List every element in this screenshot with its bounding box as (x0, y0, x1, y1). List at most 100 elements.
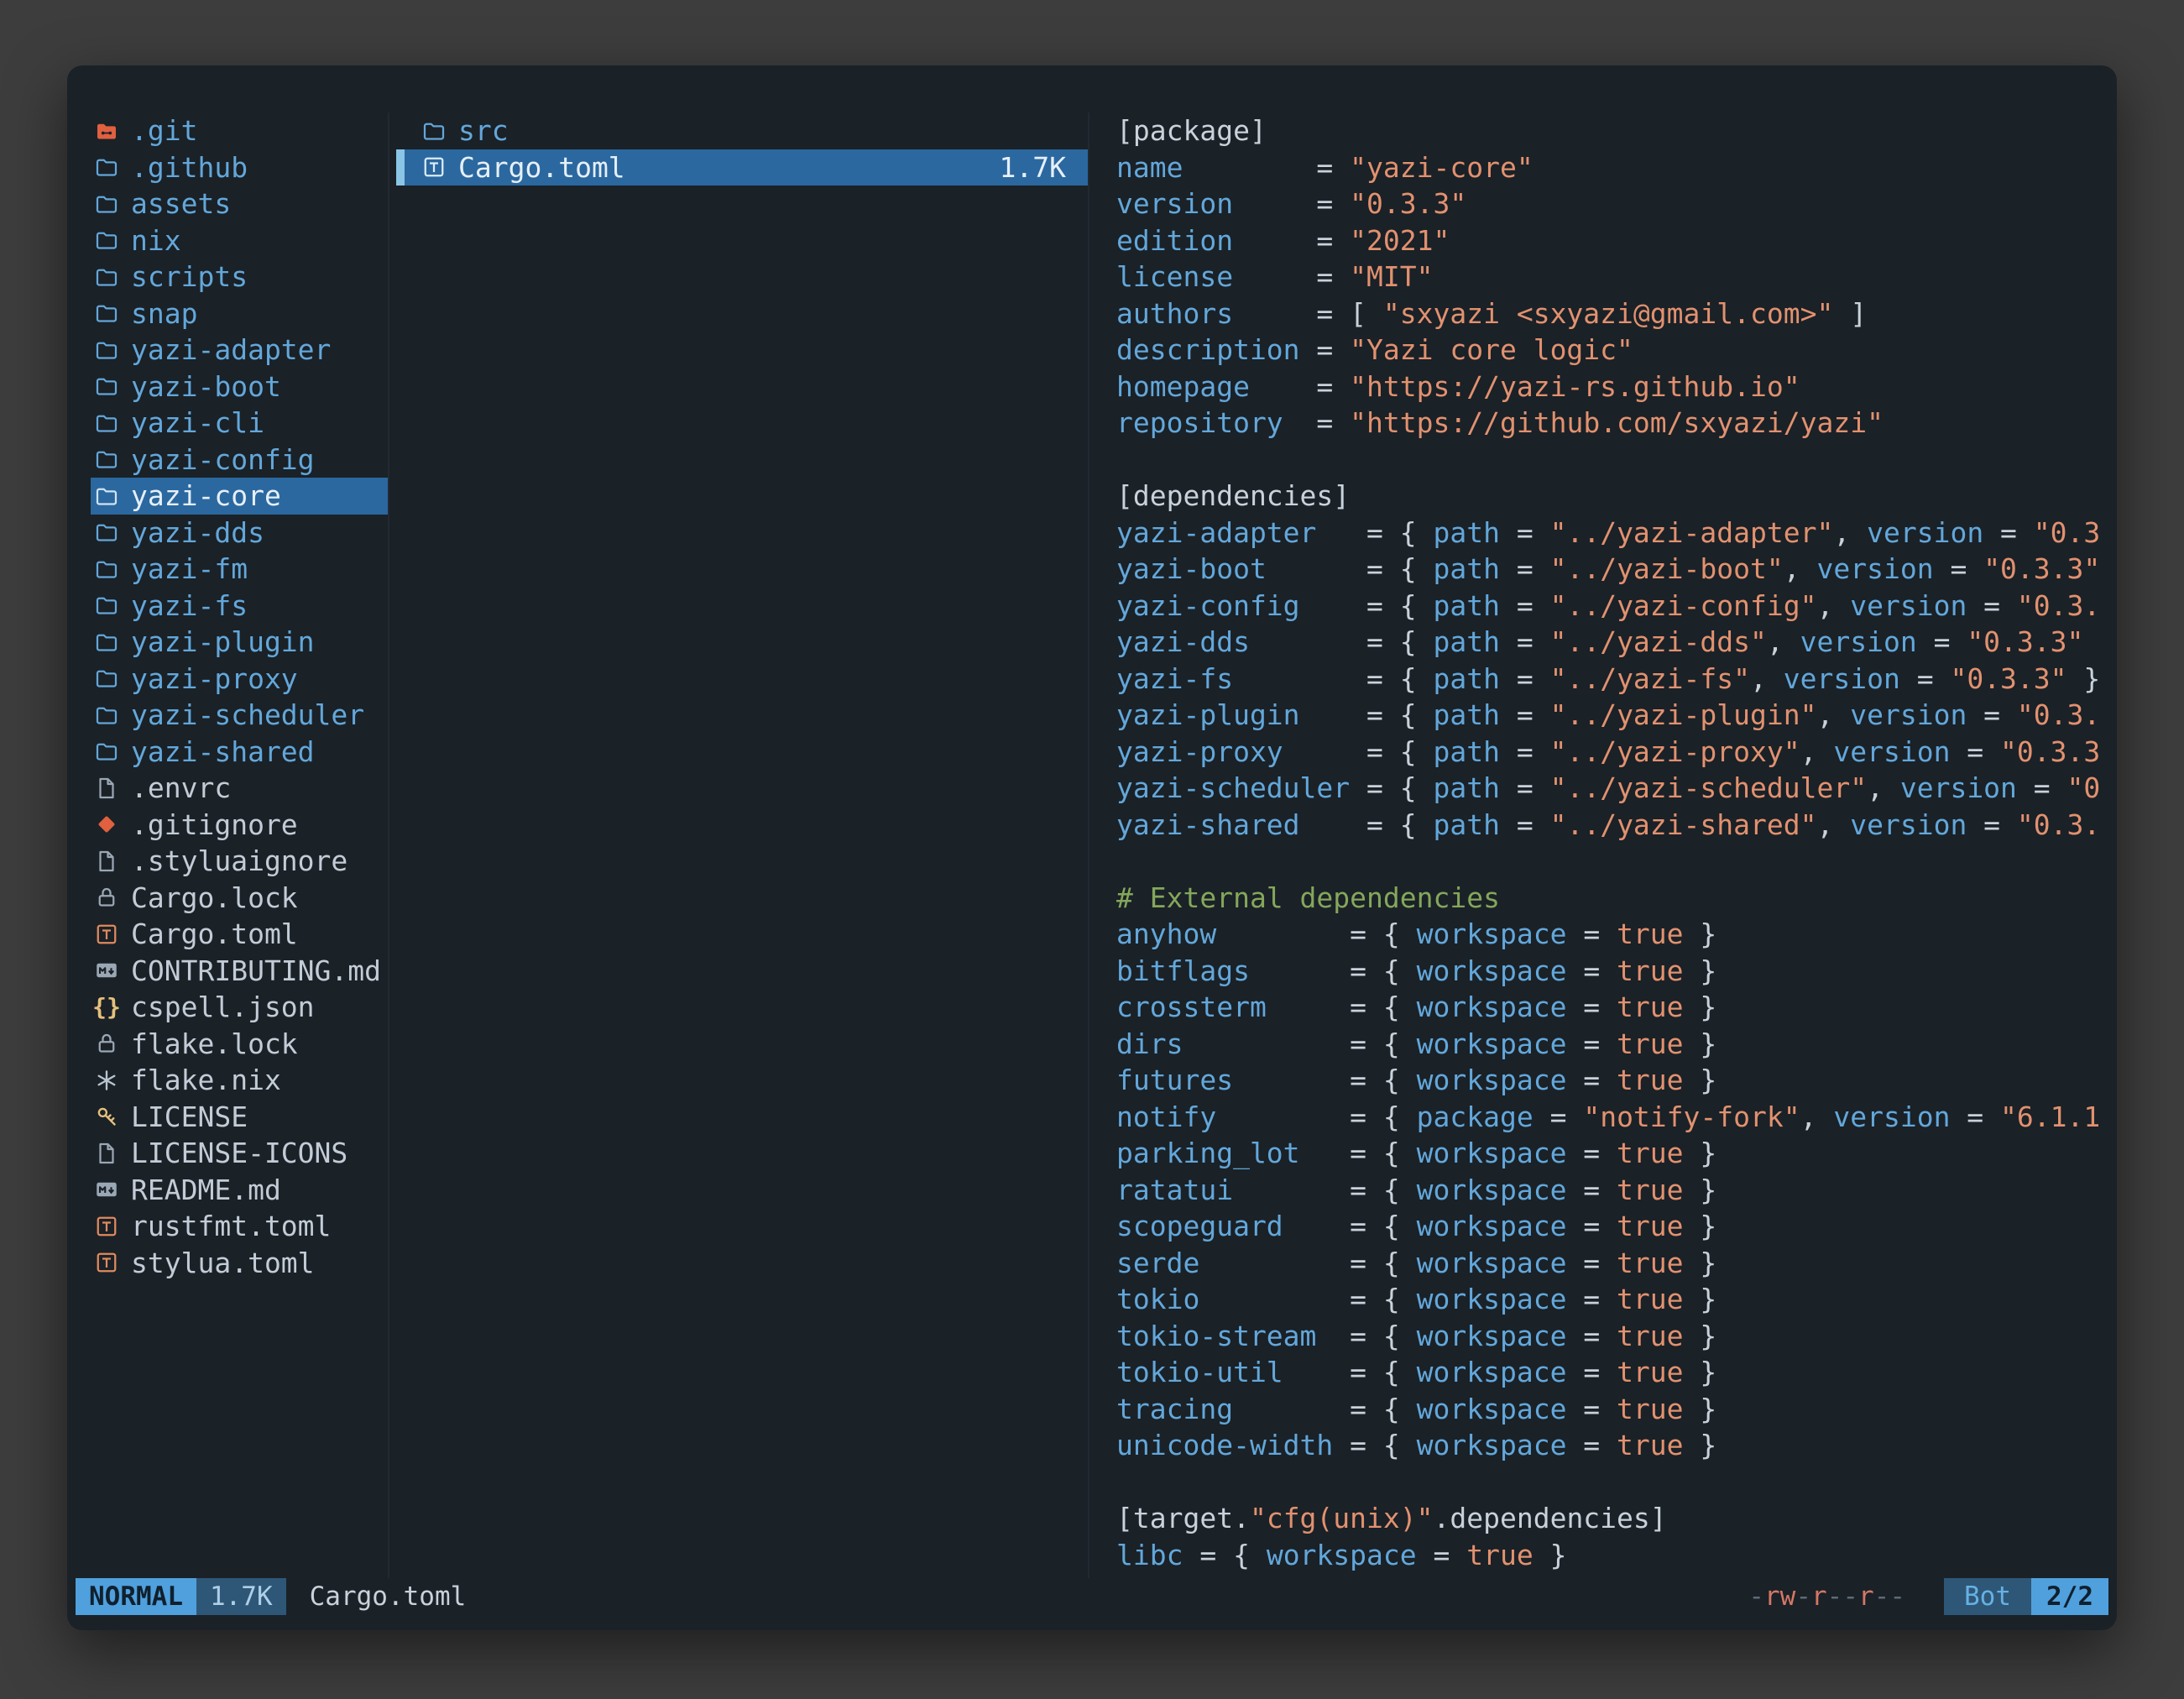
file-row[interactable]: {} cspell.json (91, 989, 388, 1026)
file-name: CONTRIBUTING.md (131, 954, 381, 987)
syntax-token: # External dependencies (1116, 881, 1500, 914)
file-row[interactable]: yazi-core (91, 478, 388, 515)
syntax-token: "0.3.3 (2000, 735, 2100, 768)
preview-line (1116, 843, 2117, 880)
syntax-token: = (1900, 662, 1951, 695)
preview-line: description = "Yazi core logic" (1116, 332, 2117, 369)
file-name: yazi-fs (131, 589, 248, 622)
file-name: yazi-scheduler (131, 698, 364, 731)
syntax-token: , (1816, 589, 1850, 622)
file-row[interactable]: CONTRIBUTING.md (91, 953, 388, 990)
current-pane[interactable]: srcCargo.toml1.7K (396, 112, 1089, 1578)
syntax-token: workspace (1417, 1064, 1567, 1096)
file-row[interactable]: yazi-shared (91, 734, 388, 771)
syntax-token: = { (1199, 1247, 1416, 1279)
file-row[interactable]: .envrc (91, 770, 388, 807)
file-row[interactable]: .styluaignore (91, 843, 388, 880)
preview-line: crossterm = { workspace = true } (1116, 989, 2117, 1026)
file-row[interactable]: flake.lock (91, 1026, 388, 1063)
syntax-token: "0.3. (2017, 589, 2100, 622)
file-row[interactable]: snap (91, 295, 388, 332)
file-name: cspell.json (131, 991, 315, 1023)
file-row[interactable]: rustfmt.toml (91, 1208, 388, 1245)
syntax-token: yazi-fs (1116, 662, 1233, 695)
file-row[interactable]: yazi-proxy (91, 661, 388, 698)
file-row[interactable]: yazi-scheduler (91, 697, 388, 734)
syntax-token: , (1800, 1100, 1834, 1133)
syntax-token: = (1183, 151, 1350, 184)
syntax-token: yazi-boot (1116, 552, 1267, 585)
file-row[interactable]: yazi-cli (91, 405, 388, 442)
syntax-token: = { (1216, 1100, 1416, 1133)
syntax-token: = { (1199, 1283, 1416, 1315)
file-row[interactable]: Cargo.lock (91, 880, 388, 917)
syntax-token: = (1566, 1137, 1617, 1169)
syntax-token: = { (1233, 1174, 1417, 1206)
file-name: README.md (131, 1174, 281, 1206)
syntax-token: = { (1216, 917, 1416, 950)
toml-icon (94, 1214, 119, 1239)
preview-pane[interactable]: [package]name = "yazi-core"version = "0.… (1089, 112, 2117, 1578)
file-row[interactable]: yazi-boot (91, 369, 388, 405)
file-row[interactable]: yazi-plugin (91, 624, 388, 661)
syntax-token: tokio (1116, 1283, 1199, 1315)
file-row[interactable]: LICENSE-ICONS (91, 1135, 388, 1172)
syntax-token: serde (1116, 1247, 1199, 1279)
preview-line: yazi-fs = { path = "../yazi-fs", version… (1116, 661, 2117, 698)
file-row[interactable]: .github (91, 149, 388, 186)
syntax-token: bitflags (1116, 954, 1250, 987)
file-row[interactable]: assets (91, 186, 388, 222)
syntax-token: = { (1250, 625, 1434, 658)
file-name: src (458, 114, 509, 147)
terminal-window: .git.githubassetsnixscriptssnapyazi-adap… (67, 65, 2117, 1630)
syntax-token: "../yazi-adapter" (1550, 516, 1834, 549)
file-row[interactable]: LICENSE (91, 1099, 388, 1136)
file-name: .styluaignore (131, 844, 347, 877)
parent-pane[interactable]: .git.githubassetsnixscriptssnapyazi-adap… (91, 112, 389, 1578)
syntax-token: = { (1283, 1210, 1417, 1242)
syntax-token: , (1750, 662, 1784, 695)
syntax-token: path (1434, 735, 1500, 768)
folder-icon (94, 593, 119, 618)
file-row[interactable]: scripts (91, 259, 388, 295)
syntax-token: homepage (1116, 370, 1250, 403)
file-row[interactable]: README.md (91, 1172, 388, 1209)
preview-line: tracing = { workspace = true } (1116, 1391, 2117, 1428)
file-name: yazi-shared (131, 735, 315, 768)
preview-line (1116, 442, 2117, 478)
file-row[interactable]: yazi-fm (91, 551, 388, 588)
syntax-token: anyhow (1116, 917, 1216, 950)
file-row[interactable]: .gitignore (91, 807, 388, 844)
syntax-token: } (1684, 1174, 1717, 1206)
syntax-token: package (1417, 1100, 1534, 1133)
syntax-token: = (1566, 1210, 1617, 1242)
file-row[interactable]: flake.nix (91, 1062, 388, 1099)
file-row[interactable]: yazi-dds (91, 515, 388, 552)
folder-icon (421, 118, 447, 144)
file-name: LICENSE-ICONS (131, 1137, 347, 1169)
syntax-token: version (1817, 552, 1934, 585)
braces-icon: {} (94, 995, 119, 1020)
file-row[interactable]: nix (91, 222, 388, 259)
file-row[interactable]: Cargo.toml (91, 916, 388, 953)
markdown-icon (94, 1177, 119, 1202)
file-row[interactable]: .git (91, 112, 388, 149)
syntax-token: = [ (1233, 297, 1383, 330)
preview-line: name = "yazi-core" (1116, 149, 2117, 186)
syntax-token: = (1566, 954, 1617, 987)
syntax-token: authors (1116, 297, 1233, 330)
file-row[interactable]: stylua.toml (91, 1245, 388, 1282)
syntax-token: "0.3.3" (1967, 625, 2083, 658)
file-row[interactable]: yazi-fs (91, 588, 388, 625)
syntax-token: "0.3.3" (1350, 187, 1466, 220)
file-name: flake.lock (131, 1027, 298, 1060)
syntax-token: = { (1300, 1137, 1417, 1169)
folder-icon (94, 703, 119, 728)
file-row[interactable]: Cargo.toml1.7K (396, 149, 1088, 186)
file-row[interactable]: src (396, 112, 1088, 149)
file-row[interactable]: yazi-config (91, 442, 388, 478)
file-row[interactable]: yazi-adapter (91, 332, 388, 369)
syntax-token: = { (1283, 735, 1434, 768)
syntax-token: path (1434, 516, 1500, 549)
syntax-token: [target. (1116, 1502, 1250, 1534)
